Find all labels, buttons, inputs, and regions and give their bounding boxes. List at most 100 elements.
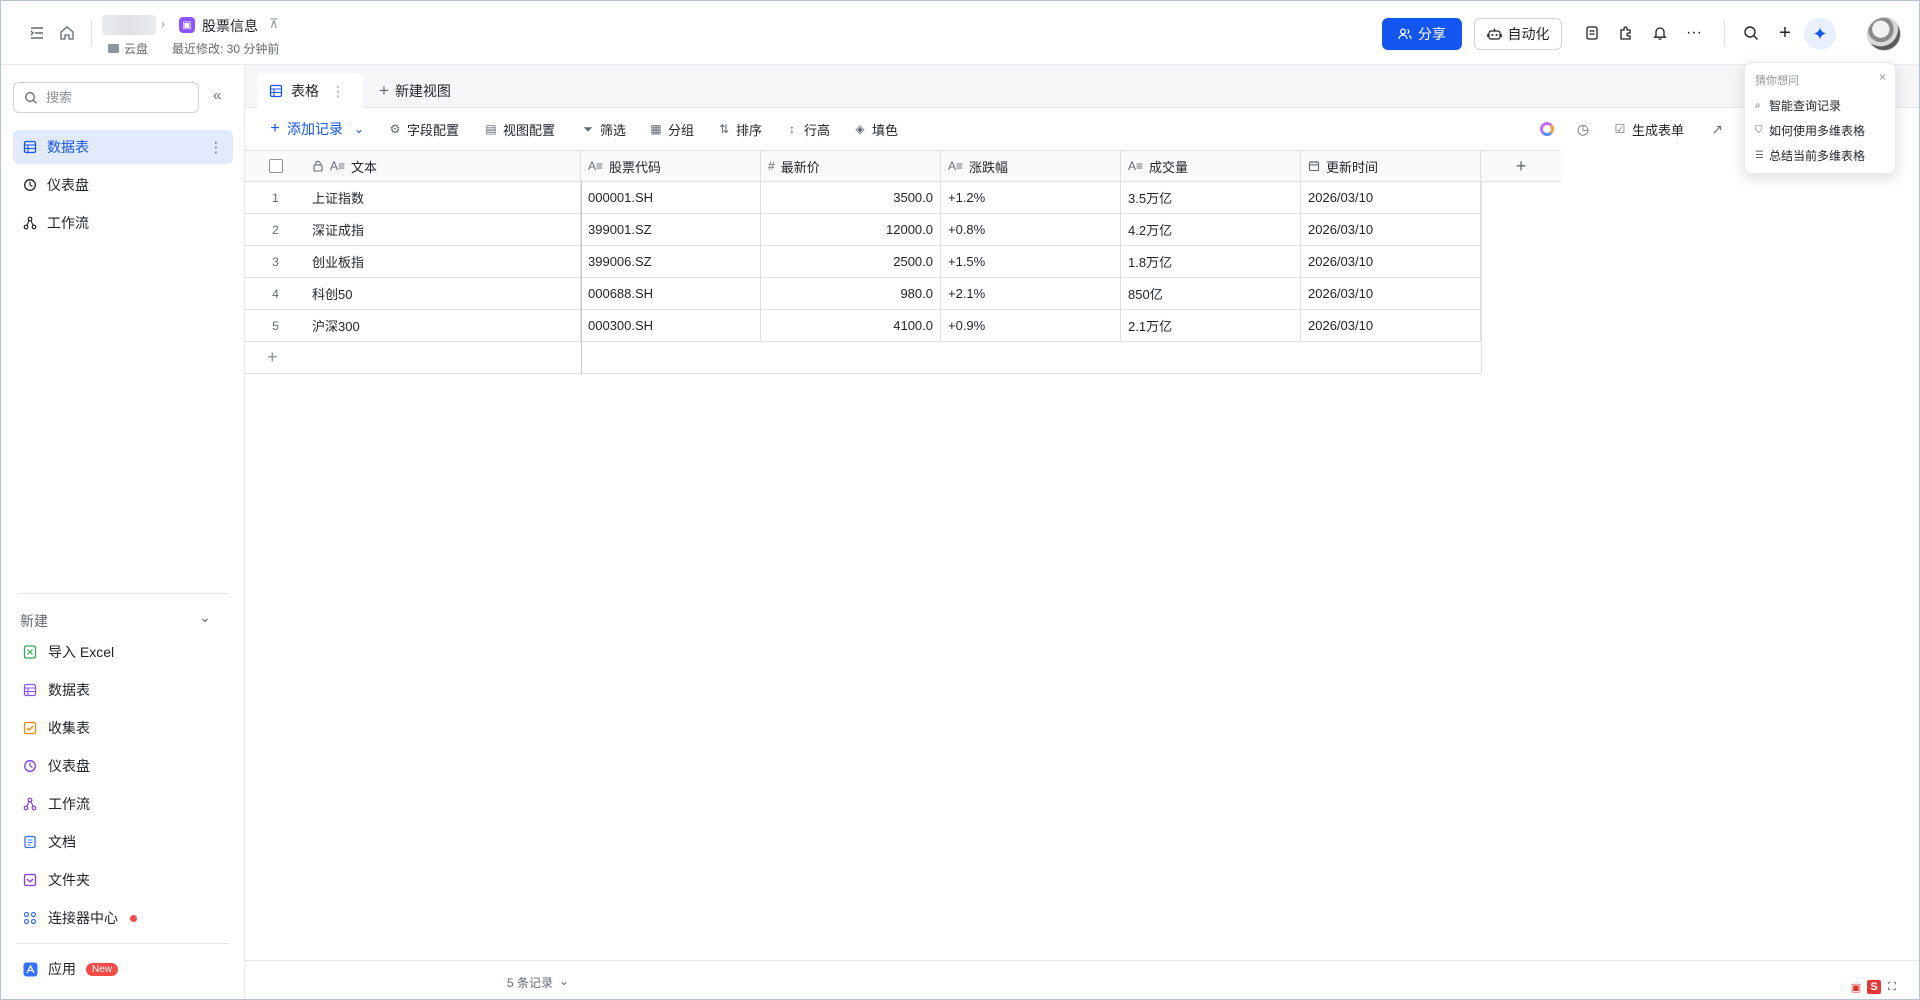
table-row[interactable]: 4 科创50 000688.SH 980.0 +2.1% 850亿 2026/0…	[245, 278, 1481, 310]
cell-latest-price[interactable]: 2500.0	[761, 246, 941, 278]
add-column-button[interactable]: +	[1481, 150, 1561, 182]
cell-latest-price[interactable]: 4100.0	[761, 310, 941, 342]
new-dashboard[interactable]: 仪表盘	[13, 750, 233, 782]
location-breadcrumb[interactable]: 云盘	[108, 40, 148, 57]
cell-volume[interactable]: 850亿	[1121, 278, 1301, 310]
fill-color-button[interactable]: ◈ 填色	[853, 119, 898, 139]
bell-icon[interactable]	[1649, 22, 1671, 44]
cell-text[interactable]: 沪深300	[306, 310, 581, 342]
home-icon[interactable]	[56, 22, 78, 44]
pin-icon[interactable]: ⊼	[269, 16, 279, 32]
cell-text[interactable]: 科创50	[306, 278, 581, 310]
suggestion-item[interactable]: ⌕ 智能查询记录	[1755, 97, 1841, 114]
table-row[interactable]: 5 沪深300 000300.SH 4100.0 +0.9% 2.1万亿 202…	[245, 310, 1481, 342]
cell-stock-code[interactable]: 000001.SH	[581, 182, 761, 214]
plugin-icon[interactable]	[1615, 22, 1637, 44]
cell-stock-code[interactable]: 000300.SH	[581, 310, 761, 342]
breadcrumb-parent[interactable]	[102, 15, 156, 35]
new-table[interactable]: 数据表	[13, 674, 233, 706]
apps-entry[interactable]: 应用 New	[13, 953, 233, 985]
search-box[interactable]	[13, 82, 199, 113]
suggestion-item[interactable]: ☰ 总结当前多维表格	[1755, 147, 1865, 164]
share-button[interactable]: 分享	[1382, 18, 1462, 50]
cell-volume[interactable]: 1.8万亿	[1121, 246, 1301, 278]
add-row-button[interactable]: +	[245, 342, 1481, 374]
add-icon[interactable]: +	[1774, 22, 1796, 44]
new-form[interactable]: 收集表	[13, 712, 233, 744]
tray-app-icon[interactable]: ▣	[1849, 980, 1863, 994]
toggle-sidebar-icon[interactable]	[26, 22, 48, 44]
cell-text[interactable]: 上证指数	[306, 182, 581, 214]
cell-change-pct[interactable]: +2.1%	[941, 278, 1121, 310]
column-header-stock-code[interactable]: A≡ 股票代码	[581, 150, 761, 182]
new-doc[interactable]: 文档	[13, 826, 233, 858]
new-folder[interactable]: 文件夹	[13, 864, 233, 896]
cell-volume[interactable]: 2.1万亿	[1121, 310, 1301, 342]
sidebar-item-workflow[interactable]: 工作流	[13, 206, 233, 240]
cell-change-pct[interactable]: +1.2%	[941, 182, 1121, 214]
share-out-icon[interactable]: ↗	[1710, 119, 1724, 139]
new-connector-center[interactable]: 连接器中心	[13, 902, 233, 934]
cell-stock-code[interactable]: 399001.SZ	[581, 214, 761, 246]
table-row[interactable]: 3 创业板指 399006.SZ 2500.0 +1.5% 1.8万亿 2026…	[245, 246, 1481, 278]
sidebar-item-dashboard[interactable]: 仪表盘	[13, 168, 233, 202]
table-row[interactable]: 2 深证成指 399001.SZ 12000.0 +0.8% 4.2万亿 202…	[245, 214, 1481, 246]
cell-stock-code[interactable]: 000688.SH	[581, 278, 761, 310]
select-all-checkbox[interactable]	[268, 159, 283, 173]
generate-form-button[interactable]: ☑ 生成表单	[1613, 119, 1684, 139]
search-input[interactable]	[46, 90, 186, 105]
filter-button[interactable]: ⏷ 筛选	[581, 119, 626, 139]
cell-volume[interactable]: 4.2万亿	[1121, 214, 1301, 246]
field-config-button[interactable]: ⚙ 字段配置	[388, 119, 459, 139]
new-import-excel[interactable]: 导入 Excel	[13, 636, 233, 668]
frozen-column-divider[interactable]	[581, 182, 582, 374]
sidebar-item-table[interactable]: 数据表 ⋮	[13, 130, 233, 164]
more-icon[interactable]: ···	[1683, 22, 1705, 44]
collapse-sidebar-icon[interactable]: «	[213, 87, 221, 104]
document-icon[interactable]	[1581, 22, 1603, 44]
cell-update-time[interactable]: 2026/03/10	[1301, 310, 1481, 342]
cell-update-time[interactable]: 2026/03/10	[1301, 246, 1481, 278]
cell-text[interactable]: 创业板指	[306, 246, 581, 278]
chevron-down-icon[interactable]: ⌄	[354, 122, 364, 136]
cell-change-pct[interactable]: +0.9%	[941, 310, 1121, 342]
chevron-down-icon[interactable]: ⌄	[199, 609, 211, 626]
column-header-update-time[interactable]: 更新时间	[1301, 150, 1481, 182]
cell-change-pct[interactable]: +0.8%	[941, 214, 1121, 246]
search-icon[interactable]	[1740, 22, 1762, 44]
cell-text[interactable]: 深证成指	[306, 214, 581, 246]
more-vertical-icon[interactable]: ⋮	[331, 83, 345, 100]
sort-button[interactable]: ⇅ 排序	[717, 119, 762, 139]
cell-latest-price[interactable]: 3500.0	[761, 182, 941, 214]
group-button[interactable]: ▦ 分组	[649, 119, 694, 139]
cell-latest-price[interactable]: 12000.0	[761, 214, 941, 246]
tray-expand-icon[interactable]: ⛶	[1885, 980, 1899, 994]
more-vertical-icon[interactable]: ⋮	[209, 139, 223, 156]
page-title[interactable]: 股票信息	[202, 16, 258, 36]
column-header-volume[interactable]: A≡ 成交量	[1121, 150, 1301, 182]
column-header-text[interactable]: A≡ 文本	[306, 150, 581, 182]
ai-assistant-icon[interactable]: ✦	[1804, 18, 1836, 50]
view-config-button[interactable]: ▤ 视图配置	[484, 119, 555, 139]
cell-change-pct[interactable]: +1.5%	[941, 246, 1121, 278]
record-count[interactable]: 5 条记录 ⌄	[507, 974, 569, 991]
history-icon[interactable]: ◷	[1576, 119, 1590, 139]
table-row[interactable]: 1 上证指数 000001.SH 3500.0 +1.2% 3.5万亿 2026…	[245, 182, 1481, 214]
column-header-change-pct[interactable]: A≡ 涨跌幅	[941, 150, 1121, 182]
add-record-button[interactable]: + 添加记录 ⌄	[268, 119, 364, 139]
automation-button[interactable]: 自动化	[1474, 18, 1562, 50]
suggestion-item[interactable]: ⛉ 如何使用多维表格	[1755, 122, 1865, 139]
column-header-latest-price[interactable]: # 最新价	[761, 150, 941, 182]
new-workflow[interactable]: 工作流	[13, 788, 233, 820]
cell-update-time[interactable]: 2026/03/10	[1301, 182, 1481, 214]
tab-grid-view[interactable]: 表格 ⋮	[257, 73, 363, 109]
tray-s-icon[interactable]: S	[1867, 980, 1881, 994]
cell-update-time[interactable]: 2026/03/10	[1301, 214, 1481, 246]
row-height-button[interactable]: ↕ 行高	[785, 119, 830, 139]
avatar[interactable]	[1867, 17, 1901, 51]
cell-stock-code[interactable]: 399006.SZ	[581, 246, 761, 278]
cell-volume[interactable]: 3.5万亿	[1121, 182, 1301, 214]
cell-latest-price[interactable]: 980.0	[761, 278, 941, 310]
cell-update-time[interactable]: 2026/03/10	[1301, 278, 1481, 310]
select-all-cell[interactable]	[245, 150, 306, 182]
